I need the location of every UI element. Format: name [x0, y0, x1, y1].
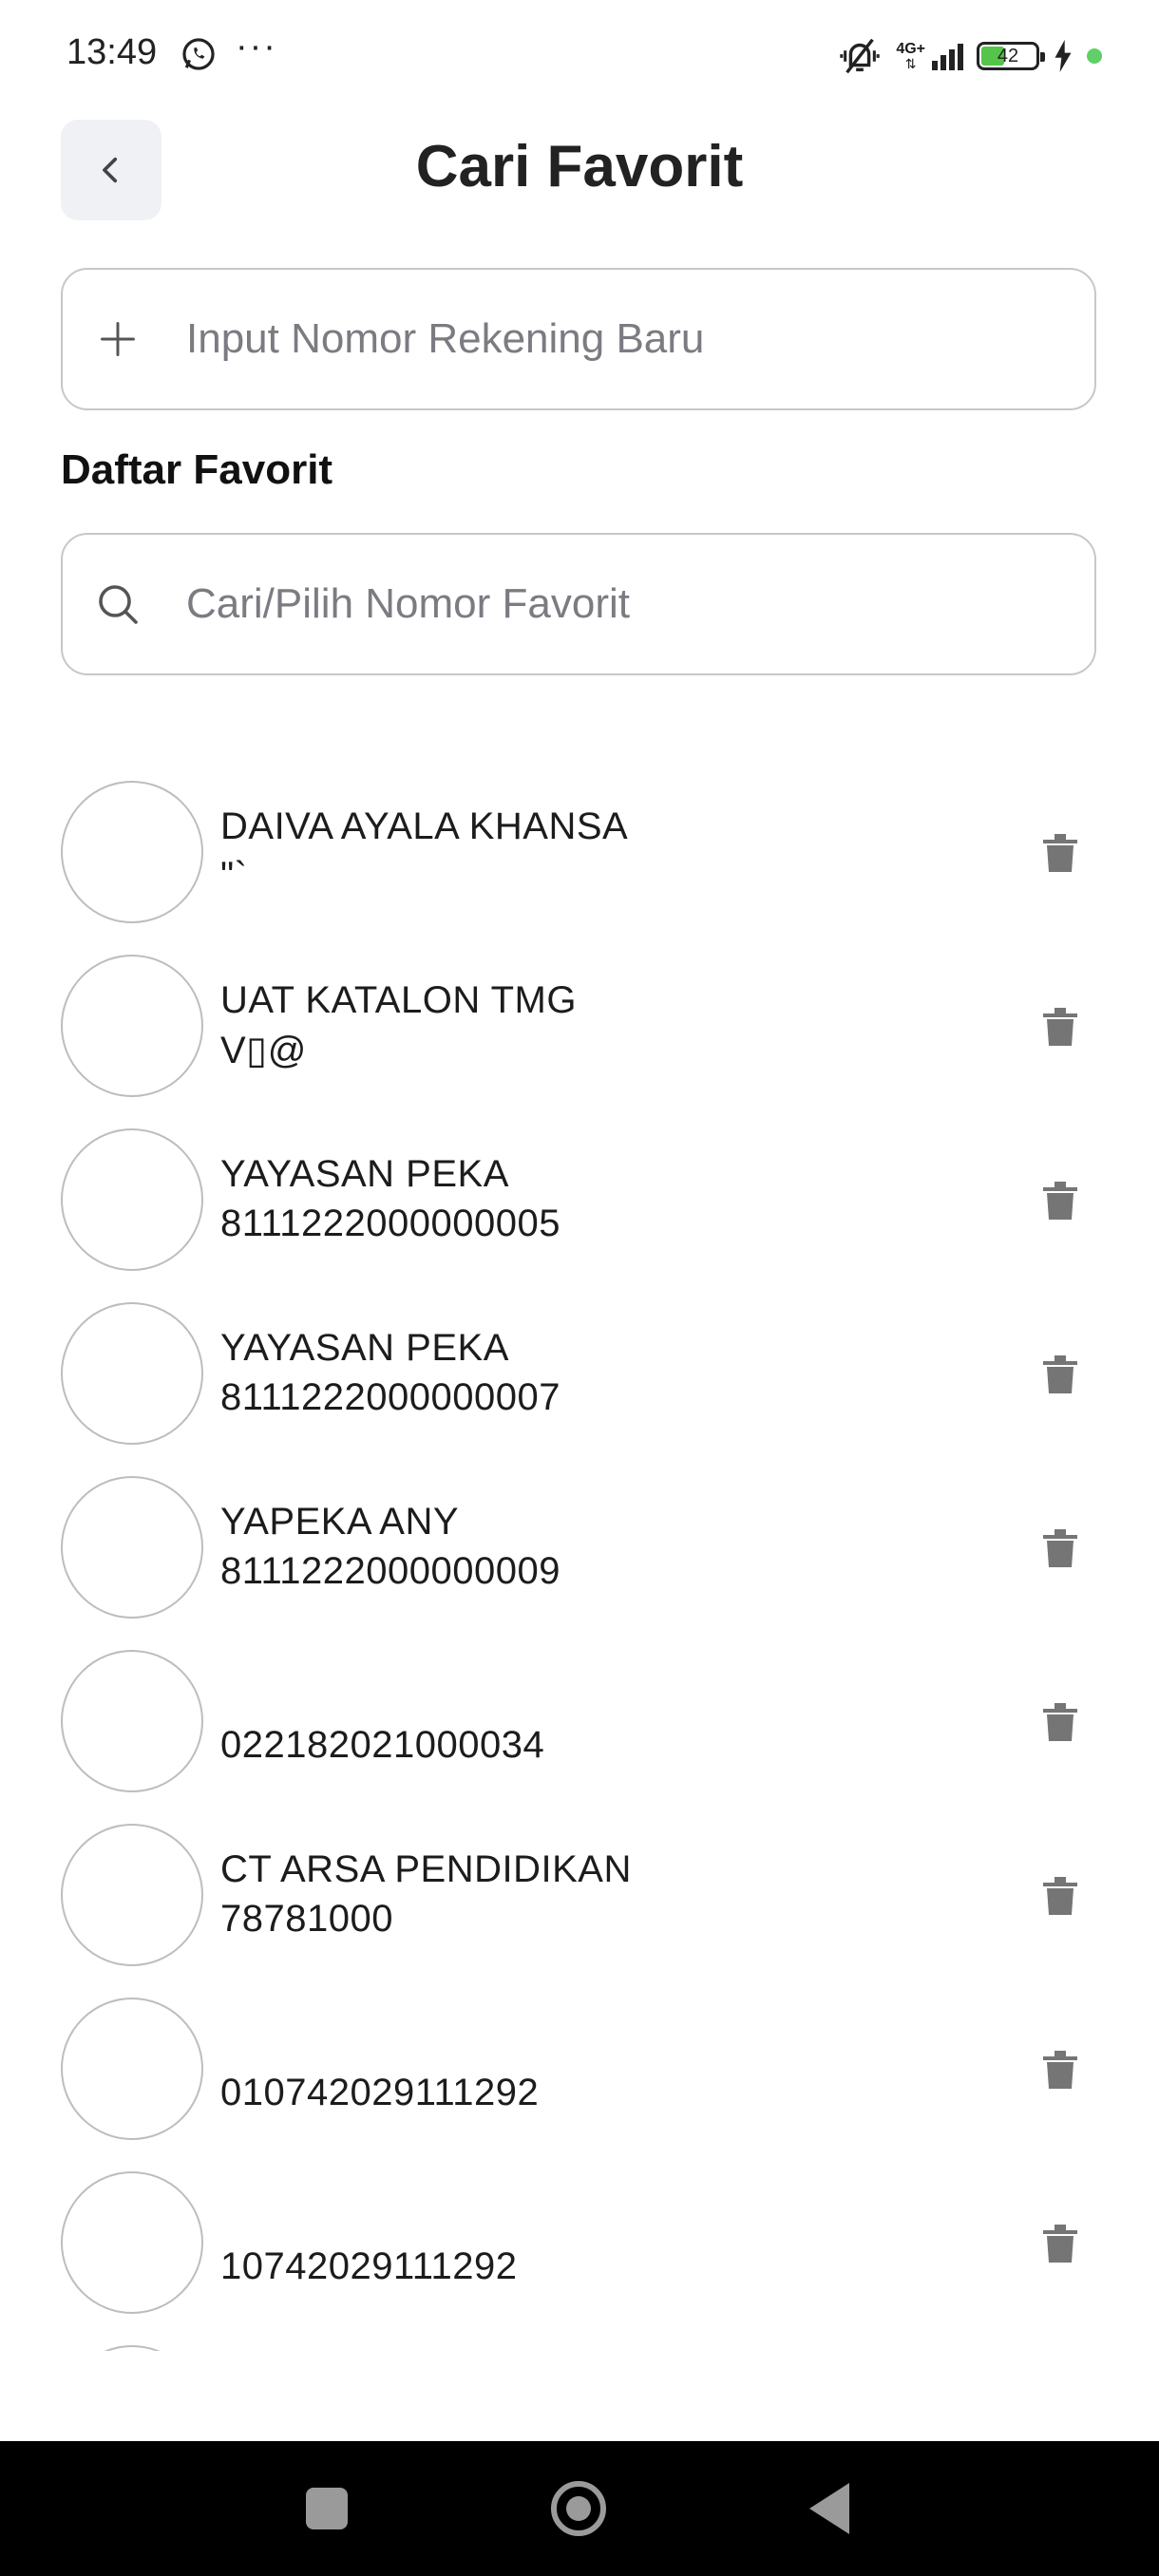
favorite-search-field[interactable]: [61, 533, 1096, 675]
favorite-search-input[interactable]: [184, 579, 1043, 629]
favorite-account-number: V▯@: [220, 1030, 307, 1071]
signal-icon: 4G+ ⇅: [896, 42, 963, 70]
avatar: [61, 955, 203, 1097]
favorite-list-item[interactable]: YAPEKA ANY 8111222000000009: [0, 1461, 1159, 1635]
battery-icon: 42: [977, 42, 1045, 70]
status-time: 13:49: [66, 32, 158, 72]
favorites-list: DAIVA AYALA KHANSA "` UAT KATALON TMG V▯@ YA…: [0, 750, 1159, 2351]
favorite-list-item[interactable]: UAT KATALON TMG V▯@: [0, 939, 1159, 1113]
favorite-name: DAIVA AYALA KHANSA: [220, 805, 629, 847]
network-label: 4G+: [896, 41, 925, 57]
favorite-name: YAPEKA ANY: [220, 1501, 460, 1543]
delete-icon[interactable]: [1041, 1006, 1079, 1048]
favorite-list-item[interactable]: [0, 2330, 1159, 2351]
page-title: Cari Favorit: [415, 134, 744, 199]
delete-icon[interactable]: [1041, 1180, 1079, 1222]
delete-icon[interactable]: [1041, 1701, 1079, 1743]
delete-icon[interactable]: [1041, 1354, 1079, 1395]
favorite-list-item[interactable]: 022182021000034: [0, 1635, 1159, 1809]
avatar: [61, 1302, 203, 1445]
favorite-account-number: 022182021000034: [220, 1724, 545, 1766]
avatar: [61, 1476, 203, 1619]
battery-level: 42: [997, 46, 1019, 66]
favorite-account-number: 8111222000000005: [220, 1203, 560, 1244]
favorite-list-item[interactable]: YAYASAN PEKA 8111222000000007: [0, 1287, 1159, 1461]
system-nav-bar: [0, 2441, 1159, 2576]
favorite-account-number: 8111222000000007: [220, 1376, 560, 1418]
favorite-name: YAYASAN PEKA: [220, 1153, 509, 1195]
avatar: [61, 2345, 203, 2351]
avatar: [61, 1824, 203, 1966]
avatar: [61, 1650, 203, 1792]
favorite-name: UAT KATALON TMG: [220, 979, 577, 1021]
avatar: [61, 1998, 203, 2140]
delete-icon[interactable]: [1041, 2223, 1079, 2264]
overflow-dots: ···: [236, 27, 277, 66]
privacy-indicator-dot: [1087, 48, 1102, 64]
favorite-list-item[interactable]: DAIVA AYALA KHANSA "`: [0, 766, 1159, 939]
search-icon: [89, 576, 146, 633]
new-account-field[interactable]: [61, 268, 1096, 410]
favorite-list-item[interactable]: CT ARSA PENDIDIKAN 78781000: [0, 1809, 1159, 1982]
favorite-list-item[interactable]: YAYASAN PEKA 8111222000000005: [0, 1113, 1159, 1287]
delete-icon[interactable]: [1041, 1527, 1079, 1569]
favorites-section-label: Daftar Favorit: [61, 446, 333, 493]
favorite-list-item[interactable]: 10742029111292: [0, 2156, 1159, 2330]
whatsapp-icon: [182, 38, 215, 70]
favorite-name: YAYASAN PEKA: [220, 1327, 509, 1369]
avatar: [61, 781, 203, 923]
favorite-account-number: 010742029111292: [220, 2072, 540, 2113]
favorite-account-number: "`: [220, 855, 248, 897]
avatar: [61, 1128, 203, 1271]
plus-icon: [89, 311, 146, 368]
status-bar: 13:49 ··· 4G+ ⇅ 42: [0, 0, 1159, 112]
home-button[interactable]: [551, 2481, 606, 2536]
favorite-account-number: 8111222000000009: [220, 1550, 560, 1592]
mute-vibrate-icon: [840, 38, 881, 74]
charging-icon: [1054, 40, 1072, 72]
avatar: [61, 2171, 203, 2314]
system-back-button[interactable]: [809, 2483, 849, 2534]
new-account-input[interactable]: [184, 314, 1043, 364]
delete-icon[interactable]: [1041, 832, 1079, 874]
delete-icon[interactable]: [1041, 1875, 1079, 1917]
recents-button[interactable]: [306, 2488, 348, 2529]
favorite-account-number: 78781000: [220, 1898, 393, 1940]
status-icons: 4G+ ⇅ 42: [837, 34, 1102, 78]
delete-icon[interactable]: [1041, 2049, 1079, 2091]
favorite-list-item[interactable]: 010742029111292: [0, 1982, 1159, 2156]
favorite-name: CT ARSA PENDIDIKAN: [220, 1848, 632, 1890]
favorite-account-number: 10742029111292: [220, 2245, 518, 2287]
